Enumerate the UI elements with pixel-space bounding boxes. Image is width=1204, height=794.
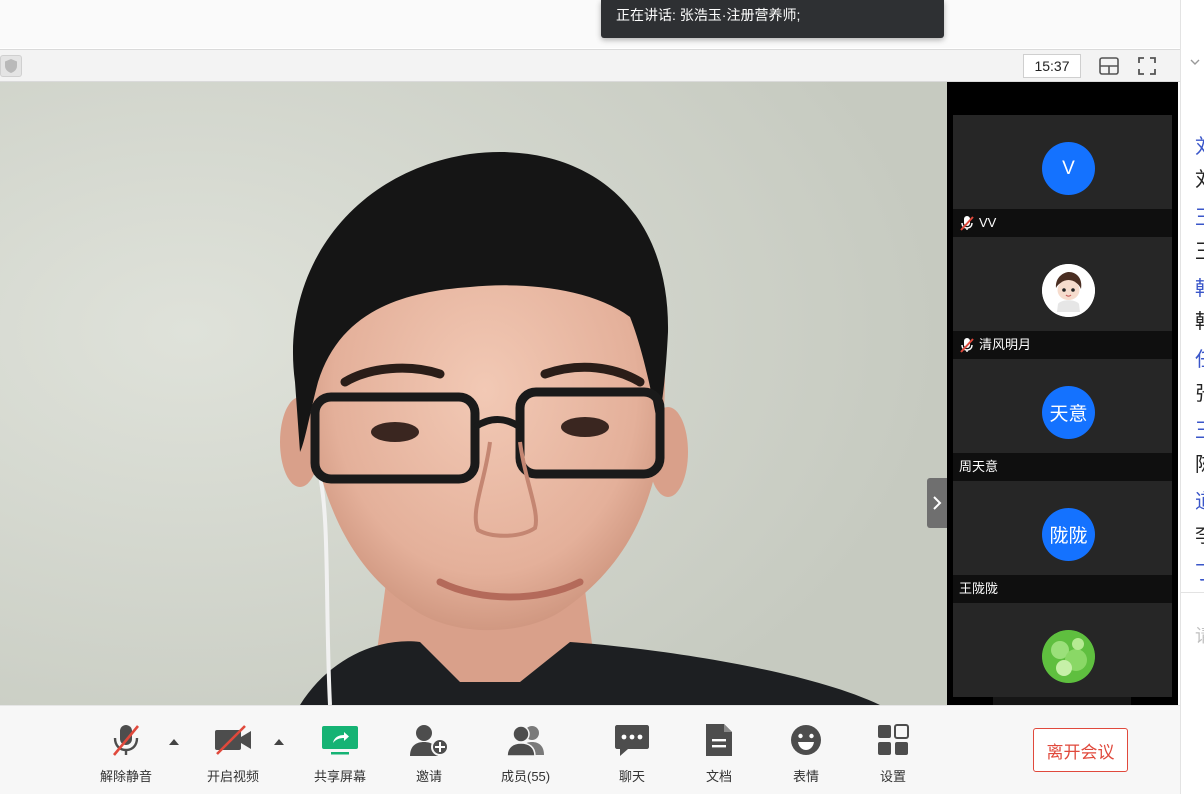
chat-message: 刘 [1195,170,1204,190]
chat-sender: 韩 [1195,279,1204,299]
avatar [1042,264,1095,317]
smiley-icon [791,725,821,755]
chat-sender: 道 [1195,492,1204,512]
chevron-down-icon[interactable] [1190,58,1200,66]
caret-up-icon [169,739,179,745]
share-screen-button[interactable]: 共享屏幕 [314,721,366,785]
avatar: 陇陇 [1042,508,1095,561]
fullscreen-button[interactable] [1135,55,1159,77]
cartoon-avatar-image [1042,264,1095,317]
video-options-caret[interactable] [273,737,285,747]
leave-meeting-button[interactable]: 离开会议 [1033,728,1128,772]
reactions-button[interactable]: 表情 [786,721,826,785]
chat-bubble-icon [615,725,649,756]
speaker-video-frame [0,82,947,705]
participant-name: 清风明月 [979,337,1032,352]
chat-label: 聊天 [618,769,645,784]
participant-name: 王陇陇 [959,581,999,596]
chat-button[interactable]: 聊天 [612,721,652,785]
caret-up-icon [274,739,284,745]
chat-input-placeholder[interactable]: 请 [1195,622,1204,648]
settings-label: 设置 [879,769,906,784]
participant-tile[interactable]: V [953,115,1172,209]
microphone-muted-icon [112,725,140,756]
audio-options-caret[interactable] [168,737,180,747]
add-person-icon [410,725,449,756]
layout-button[interactable] [1097,55,1121,77]
people-icon [505,725,544,756]
chat-sender: 任 [1195,350,1204,370]
meeting-info-bar: 15:37 [0,49,1180,82]
participant-label: 王陇陇 [953,575,1172,603]
chat-sidebar-edge: 刘 刘 王 王 韩 韩 任 张 王 陈 道 李 丁 请 [1180,0,1204,794]
unmute-button[interactable]: 解除静音 [100,721,152,785]
members-label: 成员(55) [501,769,551,784]
participant-label: 周天意 [953,453,1172,481]
bottom-toolbar: 解除静音 开启视频 共享屏幕 邀请 成员(55) 聊天 文档 表情 设置 离开会… [0,705,1180,794]
invite-label: 邀请 [415,769,442,784]
camera-off-icon [215,725,251,755]
chat-message: 陈 [1195,455,1204,475]
collapse-panel-button[interactable] [927,478,947,528]
divider [1181,592,1204,593]
chat-message: 王 [1195,242,1204,262]
fullscreen-icon [1138,57,1156,75]
security-button[interactable] [0,55,22,77]
chat-message: 张 [1195,384,1204,404]
start-video-label: 开启视频 [207,769,260,784]
participant-tile[interactable] [953,237,1172,331]
microphone-muted-icon [960,338,974,353]
top-band [0,0,1180,48]
participant-label: VV [953,209,1172,237]
current-speaker-toast: 正在讲话: 张浩玉·注册营养师; [601,0,944,38]
chat-sender: 王 [1195,421,1204,441]
participant-name: 周天意 [959,459,999,474]
meeting-time: 15:37 [1023,54,1081,78]
documents-button[interactable]: 文档 [699,721,739,785]
participant-tile[interactable]: 天意 [953,359,1172,453]
chat-sender: 丁 [1195,563,1204,583]
documents-label: 文档 [705,769,732,784]
participant-label-partial [993,697,1131,705]
avatar: V [1042,142,1095,195]
participant-label: 清风明月 [953,331,1172,359]
avatar [1042,630,1095,683]
chat-sender: 王 [1195,208,1204,228]
share-screen-icon [322,726,358,755]
avatar: 天意 [1042,386,1095,439]
microphone-muted-icon [960,216,974,231]
reactions-label: 表情 [792,769,819,784]
document-icon [706,724,732,756]
start-video-button[interactable]: 开启视频 [207,721,259,785]
shield-icon [5,59,17,73]
chevron-right-icon [933,496,942,510]
layout-icon [1099,57,1119,75]
meeting-window: 正在讲话: 张浩玉·注册营养师; 15:37 V VV 清风明月 天意 周天意 … [0,0,1204,794]
main-video [0,82,947,705]
participant-tile[interactable]: 陇陇 [953,481,1172,575]
participant-panel: V VV 清风明月 天意 周天意 陇陇 王陇陇 [947,82,1178,705]
unmute-label: 解除静音 [100,769,153,784]
leaf-avatar-image [1042,630,1095,683]
members-button[interactable]: 成员(55) [501,721,550,785]
grid-icon [878,724,909,755]
participant-name: VV [979,215,997,230]
share-screen-label: 共享屏幕 [314,769,367,784]
participant-tile[interactable] [953,603,1172,697]
chat-message: 李 [1195,526,1204,546]
chat-sender: 刘 [1195,137,1204,157]
chat-message: 韩 [1195,312,1204,332]
settings-button[interactable]: 设置 [873,721,913,785]
invite-button[interactable]: 邀请 [409,721,449,785]
